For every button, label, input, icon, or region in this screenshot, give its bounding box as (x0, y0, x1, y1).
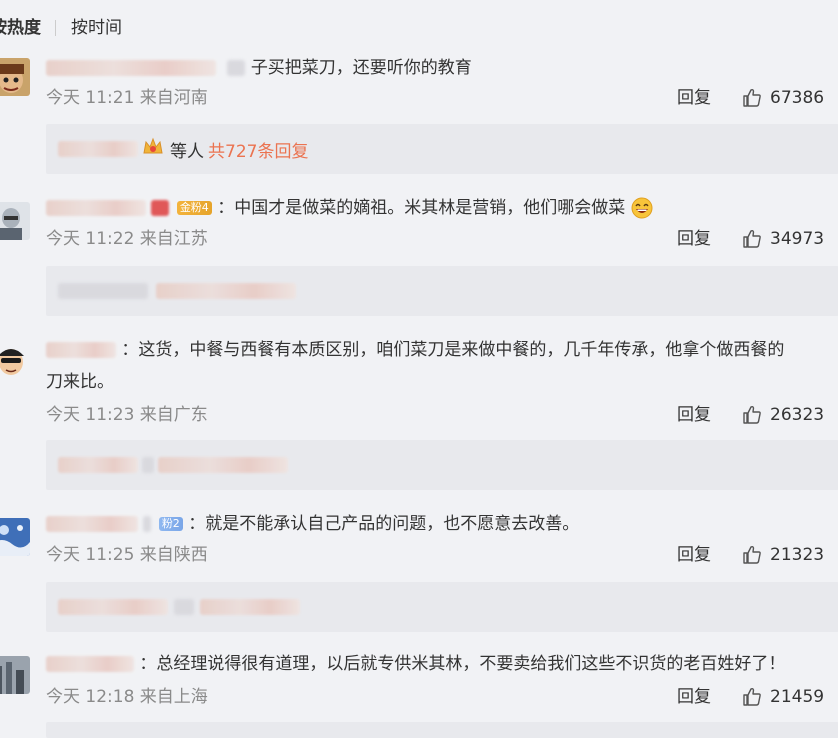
laughing-emoji-icon (631, 197, 653, 219)
comment-text-line: 刀来比。 (46, 366, 830, 398)
like-button[interactable]: 26323 (742, 402, 824, 428)
reply-button[interactable]: 回复 (677, 542, 711, 568)
like-button[interactable]: 67386 (742, 85, 824, 111)
thumbs-up-icon (743, 687, 761, 706)
reply-text (158, 457, 288, 473)
comment-text-line: 粉2 ：就是不能承认自己产品的问题，也不愿意去改善。 (46, 508, 830, 540)
comment-text-line: ：这货，中餐与西餐有本质区别，咱们菜刀是来做中餐的，几千年传承，他拿个做西餐的 (46, 334, 830, 366)
comment-text-line: 子买把菜刀，还要听你的教育 (46, 52, 830, 84)
avatar[interactable] (0, 202, 30, 240)
comment-text-line: 金粉4 ：中国才是做菜的嫡祖。米其林是营销，他们哪会做菜 (46, 192, 830, 224)
comment-time: 今天 12:18 来自上海 (46, 687, 208, 707)
comment-text-continued: 刀来比。 (46, 372, 114, 392)
sub-reply-box[interactable] (46, 722, 838, 738)
sub-reply-box[interactable] (46, 266, 838, 316)
like-button[interactable]: 34973 (742, 226, 824, 252)
like-button[interactable]: 21459 (742, 684, 824, 710)
comment-text: ：就是不能承认自己产品的问题，也不愿意去改善。 (188, 514, 580, 534)
sub-reply-box[interactable]: 等人 共727条回复 (46, 124, 838, 174)
reply-count-link[interactable]: 共727条回复 (208, 137, 308, 162)
reply-username[interactable] (58, 599, 168, 615)
reply-username[interactable] (58, 283, 148, 299)
reply-text (200, 599, 300, 615)
thumbs-up-icon (743, 88, 761, 107)
username-suffix (151, 200, 170, 216)
reply-button[interactable]: 回复 (677, 684, 711, 710)
tab-divider (55, 20, 56, 36)
like-count: 67386 (770, 88, 825, 108)
fan-badge: 金粉4 (176, 201, 212, 215)
like-count: 26323 (770, 405, 825, 425)
username[interactable] (46, 656, 134, 672)
comment-text: ：中国才是做菜的嫡祖。米其林是营销，他们哪会做菜 (217, 198, 626, 218)
reply-text (156, 283, 296, 299)
reply-username[interactable] (58, 141, 138, 157)
reply-separator (142, 457, 154, 473)
like-count: 34973 (770, 229, 825, 249)
comment-text-line: ：总经理说得很有道理，以后就专供米其林，不要卖给我们这些不识货的老百姓好了！ (46, 648, 830, 680)
comment-time: 今天 11:23 来自广东 (46, 405, 208, 425)
username-suffix (227, 60, 246, 76)
comment-meta: 今天 12:18 来自上海 回复 21459 (46, 684, 838, 710)
avatar[interactable] (0, 340, 30, 378)
comment-meta: 今天 11:22 来自江苏 回复 34973 (46, 226, 838, 252)
username-suffix (143, 516, 152, 532)
fan-badge: 粉2 (158, 517, 183, 531)
like-count: 21323 (770, 545, 825, 565)
reply-suffix: 等人 (170, 141, 204, 162)
thumbs-up-icon (743, 229, 761, 248)
sort-tabs: 按热度 按时间 (0, 14, 122, 42)
sub-reply-box[interactable] (46, 440, 838, 490)
avatar[interactable] (0, 58, 30, 96)
avatar[interactable] (0, 656, 30, 694)
sub-reply-box[interactable] (46, 582, 838, 632)
comment-time: 今天 11:25 来自陕西 (46, 545, 208, 565)
reply-username[interactable] (58, 457, 138, 473)
comment-text: 子买把菜刀，还要听你的教育 (250, 58, 472, 78)
username[interactable] (46, 342, 116, 358)
like-button[interactable]: 21323 (742, 542, 824, 568)
thumbs-up-icon (743, 405, 761, 424)
reply-button[interactable]: 回复 (677, 85, 711, 111)
username[interactable] (46, 516, 138, 532)
like-count: 21459 (770, 687, 825, 707)
username[interactable] (46, 200, 146, 216)
comment-meta: 今天 11:23 来自广东 回复 26323 (46, 402, 838, 428)
comment-text: ：这货，中餐与西餐有本质区别，咱们菜刀是来做中餐的，几千年传承，他拿个做西餐的 (121, 340, 785, 360)
crown-icon (142, 137, 164, 162)
avatar[interactable] (0, 518, 30, 556)
username[interactable] (46, 60, 216, 76)
tab-by-time[interactable]: 按时间 (71, 14, 122, 42)
reply-button[interactable]: 回复 (677, 402, 711, 428)
tab-by-hot[interactable]: 按热度 (0, 14, 41, 42)
comment-time: 今天 11:21 来自河南 (46, 88, 208, 108)
comment-time: 今天 11:22 来自江苏 (46, 229, 208, 249)
comment-meta: 今天 11:25 来自陕西 回复 21323 (46, 542, 838, 568)
reply-button[interactable]: 回复 (677, 226, 711, 252)
reply-separator (174, 599, 194, 615)
thumbs-up-icon (743, 545, 761, 564)
comment-text: ：总经理说得很有道理，以后就专供米其林，不要卖给我们这些不识货的老百姓好了！ (139, 654, 786, 674)
comment-meta: 今天 11:21 来自河南 回复 67386 (46, 85, 838, 111)
